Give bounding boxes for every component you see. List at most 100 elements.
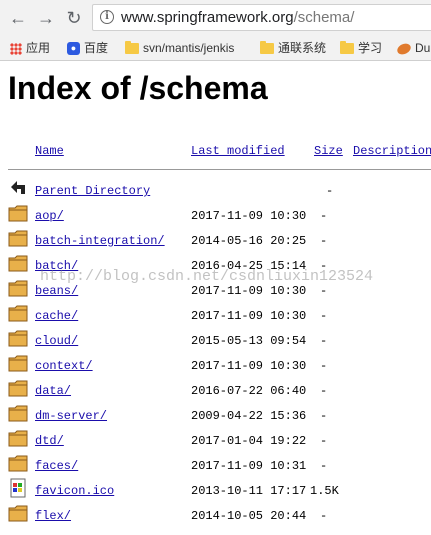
file-size: - <box>320 434 328 448</box>
last-modified: 2009-04-22 15:36 <box>191 409 307 423</box>
file-name[interactable]: favicon.ico <box>35 484 114 498</box>
file-name-link[interactable]: flex/ <box>35 509 71 523</box>
last-modified: 2017-11-09 10:30 <box>191 284 307 298</box>
bookmark-label: svn/mantis/jenkis <box>143 41 235 55</box>
file-name-link[interactable]: dtd/ <box>35 434 64 448</box>
file-name-link[interactable]: batch-integration/ <box>35 234 165 248</box>
folder-icon <box>8 205 28 222</box>
folder-icon <box>340 41 354 55</box>
last-modified: 2015-05-13 09:54 <box>191 334 307 348</box>
file-size: - <box>320 284 328 298</box>
column-header-modified[interactable]: Last modified <box>191 144 285 158</box>
folder-icon <box>8 355 28 372</box>
back-arrow-icon <box>11 181 25 194</box>
file-name[interactable]: data/ <box>35 384 71 398</box>
column-header-description[interactable]: Description <box>353 144 431 158</box>
file-size: - <box>320 384 328 398</box>
file-size: - <box>320 334 328 348</box>
last-modified: 2013-10-11 17:17 <box>191 484 307 498</box>
bookmark-apps[interactable]: 应用 <box>10 39 50 57</box>
folder-icon <box>125 41 139 55</box>
last-modified: 2017-01-04 19:22 <box>191 434 307 448</box>
file-name-link[interactable]: aop/ <box>35 209 64 223</box>
file-name[interactable]: aop/ <box>35 209 64 223</box>
file-name-link[interactable]: faces/ <box>35 459 78 473</box>
file-size: - <box>320 309 328 323</box>
file-size: - <box>320 234 328 248</box>
file-name[interactable]: context/ <box>35 359 93 373</box>
apps-grid-icon <box>10 42 22 55</box>
file-size: - <box>320 359 328 373</box>
column-header-size[interactable]: Size <box>314 144 343 158</box>
folder-icon <box>8 405 28 422</box>
bookmark-label: 通联系统 <box>278 41 327 55</box>
parent-directory-link[interactable]: Parent Directory <box>35 184 150 198</box>
file-name-link[interactable]: dm-server/ <box>35 409 107 423</box>
file-row: batch-integration/2014-05-16 20:25- <box>0 228 431 252</box>
file-name[interactable]: batch/ <box>35 259 78 273</box>
address-bar[interactable]: i www.springframework.org/schema/ <box>92 4 431 31</box>
sort-description-link[interactable]: Description <box>353 144 431 158</box>
file-name-link[interactable]: cache/ <box>35 309 78 323</box>
header-divider <box>8 169 431 170</box>
folder-icon <box>260 41 274 55</box>
folder-icon <box>8 430 28 447</box>
file-row: flex/2014-10-05 20:44- <box>0 503 431 527</box>
bookmark-label: 学习 <box>358 41 383 55</box>
file-name[interactable]: faces/ <box>35 459 78 473</box>
page-title: Index of /schema <box>8 70 268 106</box>
bookmarks-bar: 应用 ● 百度 svn/mantis/jenkis 通联系统 学习 Du <box>0 36 431 61</box>
file-row: cache/2017-11-09 10:30- <box>0 303 431 327</box>
file-size: - <box>320 459 328 473</box>
sort-modified-link[interactable]: Last modified <box>191 144 285 158</box>
parent-directory-label[interactable]: Parent Directory <box>35 184 150 198</box>
reload-icon[interactable]: ↻ <box>64 8 84 28</box>
info-icon[interactable]: i <box>100 10 114 24</box>
file-row: batch/2016-04-25 15:14- <box>0 253 431 277</box>
url-text[interactable]: www.springframework.org/schema/ <box>121 9 354 26</box>
file-name-link[interactable]: favicon.ico <box>35 484 114 498</box>
bookmark-baidu[interactable]: ● 百度 <box>67 39 108 57</box>
back-arrow-icon[interactable]: ← <box>8 8 28 28</box>
folder-icon <box>8 255 28 272</box>
bookmark-tonglian[interactable]: 通联系统 <box>260 39 326 57</box>
file-row: context/2017-11-09 10:30- <box>0 353 431 377</box>
file-name-link[interactable]: data/ <box>35 384 71 398</box>
file-name[interactable]: cloud/ <box>35 334 78 348</box>
last-modified: 2017-11-09 10:30 <box>191 309 307 323</box>
browser-toolbar: ← → ↻ i www.springframework.org/schema/ <box>0 0 431 36</box>
bookmark-svn[interactable]: svn/mantis/jenkis <box>125 39 234 57</box>
column-header-name[interactable]: Name <box>35 144 64 158</box>
last-modified: 2017-11-09 10:31 <box>191 459 307 473</box>
file-name[interactable]: beans/ <box>35 284 78 298</box>
file-name-link[interactable]: context/ <box>35 359 93 373</box>
folder-icon <box>8 505 28 522</box>
last-modified: 2017-11-09 10:30 <box>191 359 307 373</box>
file-size: - <box>320 409 328 423</box>
last-modified: 2014-05-16 20:25 <box>191 234 307 248</box>
sort-size-link[interactable]: Size <box>314 144 343 158</box>
folder-icon <box>8 305 28 322</box>
last-modified: 2014-10-05 20:44 <box>191 509 307 523</box>
bookmark-du[interactable]: Du <box>395 39 430 57</box>
file-name-link[interactable]: batch/ <box>35 259 78 273</box>
file-size: 1.5K <box>310 484 339 498</box>
file-name[interactable]: cache/ <box>35 309 78 323</box>
last-modified: 2017-11-09 10:30 <box>191 209 307 223</box>
file-name-link[interactable]: cloud/ <box>35 334 78 348</box>
file-row: cloud/2015-05-13 09:54- <box>0 328 431 352</box>
bookmark-study[interactable]: 学习 <box>340 39 382 57</box>
file-name[interactable]: dtd/ <box>35 434 64 448</box>
file-name-link[interactable]: beans/ <box>35 284 78 298</box>
file-row: beans/2017-11-09 10:30- <box>0 278 431 302</box>
file-row: faces/2017-11-09 10:31- <box>0 453 431 477</box>
file-name[interactable]: dm-server/ <box>35 409 107 423</box>
folder-icon <box>8 280 28 297</box>
image-file-icon <box>10 478 26 498</box>
file-name[interactable]: batch-integration/ <box>35 234 165 248</box>
file-row: data/2016-07-22 06:40- <box>0 378 431 402</box>
file-name[interactable]: flex/ <box>35 509 71 523</box>
forward-arrow-icon[interactable]: → <box>36 8 56 28</box>
url-host: www.springframework.org <box>121 9 294 26</box>
sort-name-link[interactable]: Name <box>35 144 64 158</box>
